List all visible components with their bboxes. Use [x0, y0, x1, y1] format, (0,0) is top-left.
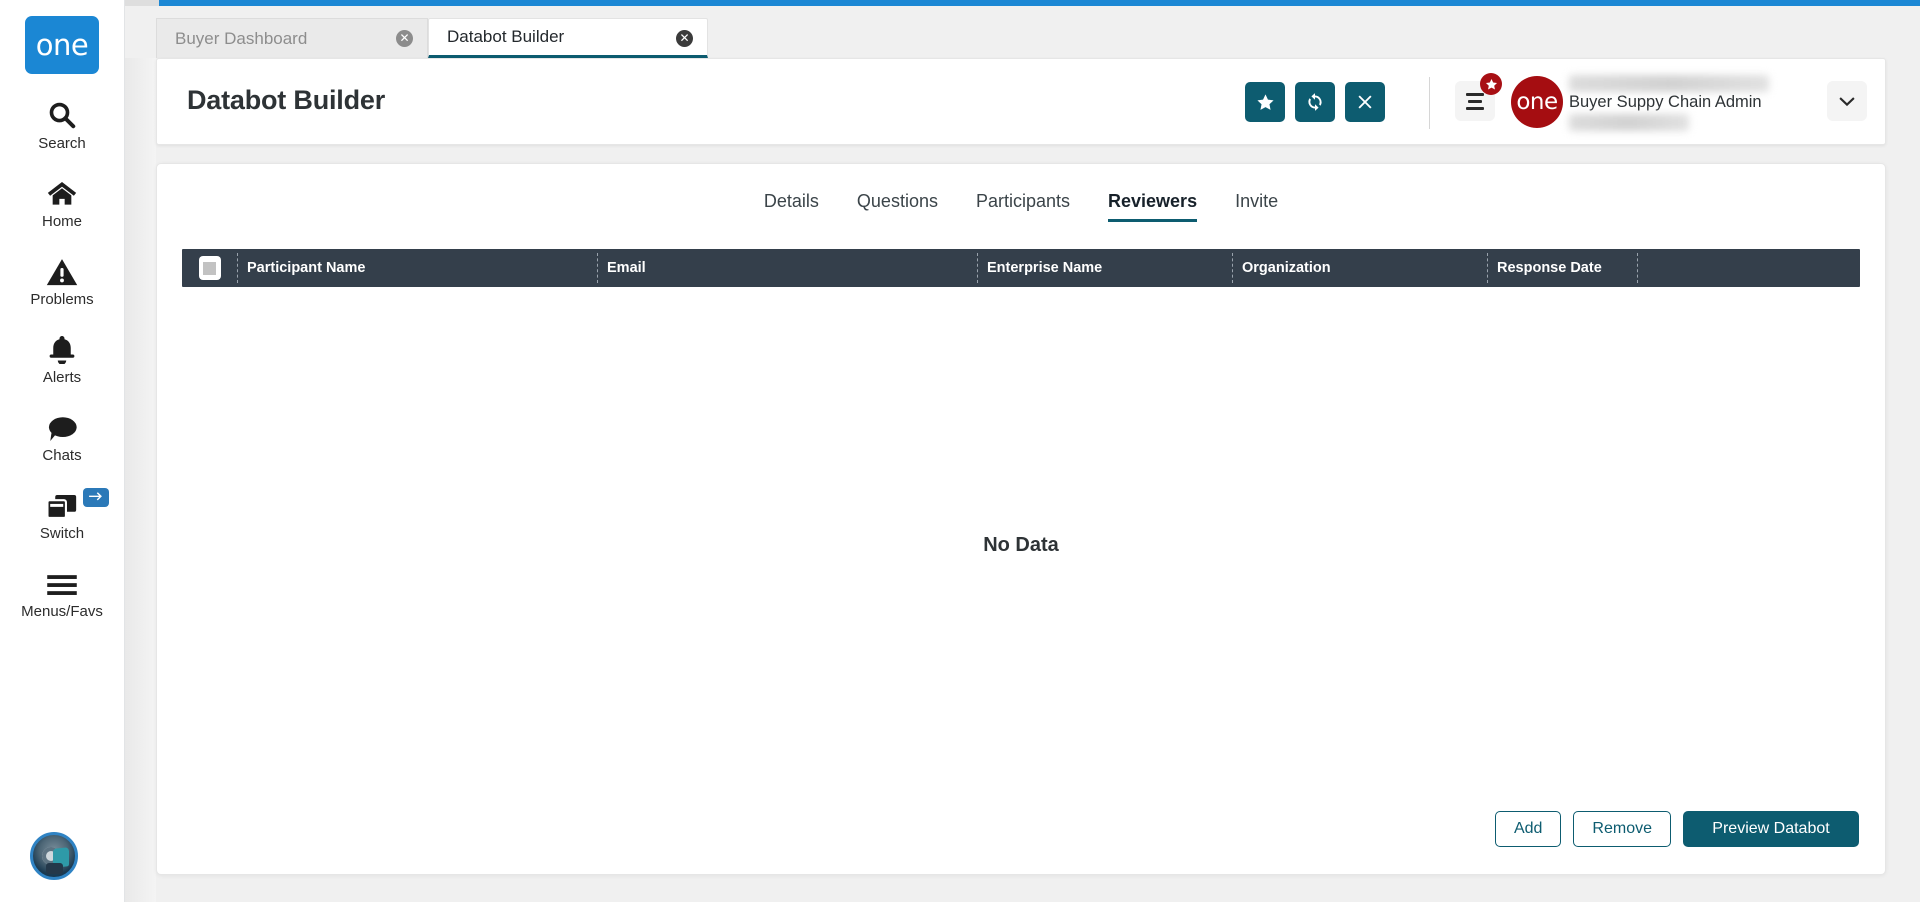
page-title: Databot Builder [187, 85, 386, 115]
checkbox-indeterminate-icon[interactable] [198, 256, 221, 280]
sidebar-item-label: Menus/Favs [21, 603, 103, 620]
column-header-enterprise-name[interactable]: Enterprise Name [977, 249, 1232, 287]
star-icon [1256, 93, 1274, 110]
refresh-icon [1308, 93, 1322, 111]
header-menu-button[interactable] [1455, 73, 1502, 121]
add-button[interactable]: Add [1494, 811, 1562, 847]
sidebar-item-label: Switch [39, 525, 85, 542]
tab-label: Details [763, 191, 819, 211]
robot-avatar-icon[interactable] [30, 832, 78, 880]
column-header-email[interactable]: Email [597, 249, 977, 287]
tab-invite[interactable]: Invite [1235, 191, 1278, 222]
sidebar-item-alerts[interactable]: Alerts [0, 330, 125, 386]
sidebar-item-menus-favs[interactable]: Menus/Favs [0, 564, 125, 620]
sidebar-item-label: Chats [42, 447, 82, 464]
app-logo-text: one [35, 28, 89, 62]
close-circle-icon[interactable]: ✕ [676, 30, 693, 47]
tab-databot-builder[interactable]: Databot Builder ✕ [428, 18, 708, 58]
tab-label: Reviewers [1108, 191, 1198, 211]
header-action-buttons [1245, 82, 1385, 122]
sidebar-item-label: Search [38, 135, 86, 152]
tab-label: Participants [975, 191, 1071, 211]
home-icon [46, 174, 78, 208]
sidebar-item-label: Problems [30, 291, 94, 308]
hamburger-icon [46, 564, 78, 598]
hamburger-menu-icon [1466, 92, 1484, 96]
tab-label: Invite [1235, 191, 1279, 211]
remove-button[interactable]: Remove [1573, 811, 1671, 847]
reviewers-table: Participant Name Email Enterprise Name O… [182, 249, 1860, 556]
table-header-row: Participant Name Email Enterprise Name O… [182, 249, 1860, 287]
windows-stack-icon [46, 486, 78, 520]
user-menu-toggle[interactable] [1827, 81, 1867, 121]
header-divider [1429, 77, 1430, 129]
tab-label: Questions [856, 191, 938, 211]
tab-buyer-dashboard[interactable]: Buyer Dashboard ✕ [156, 18, 428, 58]
sidebar-item-switch[interactable]: Switch [0, 486, 125, 542]
tab-details[interactable]: Details [764, 191, 819, 222]
close-circle-icon[interactable]: ✕ [396, 30, 413, 47]
app-logo[interactable]: one [25, 16, 99, 74]
chat-bubble-icon [46, 408, 78, 442]
chevron-down-icon [1839, 96, 1855, 106]
section-tabs: Details Questions Participants Reviewers… [157, 191, 1885, 222]
star-badge-icon [1480, 73, 1502, 95]
swap-arrows-icon[interactable] [82, 488, 109, 507]
left-sidebar: one Search Home Problems Alerts Chats Sw… [0, 0, 125, 902]
tab-bar: Buyer Dashboard ✕ Databot Builder ✕ [125, 6, 1920, 58]
warning-triangle-icon [46, 252, 78, 286]
user-info-block[interactable]: Buyer Suppy Chain Admin [1567, 75, 1817, 131]
app-root: one Search Home Problems Alerts Chats Sw… [0, 0, 1920, 902]
tab-label: Databot Builder [447, 27, 565, 46]
empty-state-message: No Data [983, 534, 1059, 556]
page-header: Databot Builder one Buyer Suppy Chain Ad… [156, 58, 1886, 145]
favorite-button[interactable] [1245, 82, 1285, 122]
column-header-actions [1637, 249, 1860, 287]
select-all-cell [182, 249, 237, 287]
search-icon [47, 96, 77, 130]
sidebar-item-chats[interactable]: Chats [0, 408, 125, 464]
footer-action-bar: Add Remove Preview Databot [1494, 811, 1859, 847]
sidebar-item-home[interactable]: Home [0, 174, 125, 230]
close-icon [1358, 95, 1372, 109]
workspace-shell: Buyer Dashboard ✕ Databot Builder ✕ Data… [125, 0, 1920, 902]
user-name: Buyer Suppy Chain Admin [1569, 93, 1762, 111]
tab-label: Buyer Dashboard [175, 28, 308, 48]
tab-participants[interactable]: Participants [976, 191, 1070, 222]
brand-logo: one [1511, 76, 1563, 128]
content-card: Details Questions Participants Reviewers… [156, 163, 1886, 875]
close-button[interactable] [1345, 82, 1385, 122]
left-gutter [125, 6, 156, 902]
tab-reviewers[interactable]: Reviewers [1108, 191, 1198, 222]
bell-icon [47, 330, 77, 364]
column-header-response-date[interactable]: Response Date [1487, 249, 1637, 287]
sidebar-item-problems[interactable]: Problems [0, 252, 125, 308]
column-header-organization[interactable]: Organization [1232, 249, 1487, 287]
brand-logo-text: one [1516, 89, 1558, 115]
preview-databot-button[interactable]: Preview Databot [1683, 811, 1859, 847]
tab-questions[interactable]: Questions [857, 191, 938, 222]
sidebar-item-label: Alerts [42, 369, 82, 386]
sidebar-item-search[interactable]: Search [0, 96, 125, 152]
redacted-text-bottom [1569, 114, 1689, 131]
refresh-button[interactable] [1295, 82, 1335, 122]
sidebar-item-label: Home [41, 213, 82, 230]
redacted-text-top [1569, 75, 1769, 92]
column-header-participant-name[interactable]: Participant Name [237, 249, 597, 287]
